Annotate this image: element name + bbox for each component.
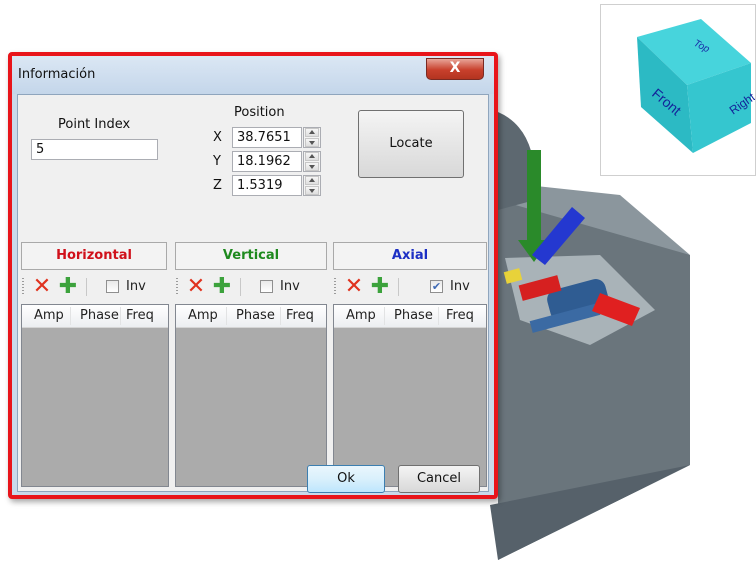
- z-label: Z: [213, 178, 222, 193]
- axial-inv-label: Inv: [450, 279, 470, 294]
- axial-list[interactable]: Amp Phase Freq: [333, 304, 487, 487]
- list-header: Amp Phase Freq: [334, 305, 486, 328]
- vertical-list[interactable]: Amp Phase Freq: [175, 304, 327, 487]
- add-icon[interactable]: ✚: [212, 276, 232, 298]
- z-down-button[interactable]: [305, 186, 319, 195]
- z-spinner[interactable]: [303, 175, 321, 196]
- point-index-input[interactable]: 5: [31, 139, 158, 160]
- locate-button[interactable]: Locate: [358, 110, 464, 178]
- column-divider[interactable]: [120, 307, 121, 325]
- x-label: X: [213, 130, 222, 145]
- column-freq[interactable]: Freq: [286, 308, 314, 323]
- z-up-button[interactable]: [305, 176, 319, 185]
- column-amp[interactable]: Amp: [188, 308, 218, 323]
- column-divider[interactable]: [384, 307, 385, 325]
- delete-icon[interactable]: ✕: [344, 276, 364, 298]
- delete-icon[interactable]: ✕: [32, 276, 52, 298]
- horizontal-toolbar: ✕ ✚ Inv: [22, 274, 168, 300]
- column-amp[interactable]: Amp: [346, 308, 376, 323]
- point-index-label: Point Index: [58, 117, 131, 132]
- vertical-toolbar: ✕ ✚ Inv: [176, 274, 326, 300]
- toolbar-grip[interactable]: [22, 278, 24, 296]
- view-cube-panel[interactable]: Top Front Right: [600, 4, 756, 176]
- add-icon[interactable]: ✚: [370, 276, 390, 298]
- toolbar-separator: [86, 278, 87, 296]
- column-amp[interactable]: Amp: [34, 308, 64, 323]
- column-freq[interactable]: Freq: [446, 308, 474, 323]
- toolbar-grip[interactable]: [176, 278, 178, 296]
- dialog-client-area: Point Index 5 Position X 38.7651 Y 18.19…: [17, 94, 489, 492]
- column-divider[interactable]: [70, 307, 71, 325]
- vertical-inv-checkbox[interactable]: [260, 280, 273, 293]
- add-icon[interactable]: ✚: [58, 276, 78, 298]
- column-divider[interactable]: [226, 307, 227, 325]
- z-input[interactable]: 1.5319: [232, 175, 302, 196]
- column-phase[interactable]: Phase: [80, 308, 119, 323]
- list-header: Amp Phase Freq: [176, 305, 326, 328]
- column-freq[interactable]: Freq: [126, 308, 154, 323]
- toolbar-grip[interactable]: [334, 278, 336, 296]
- horizontal-header: Horizontal: [21, 242, 167, 270]
- view-cube[interactable]: Top Front Right: [601, 5, 756, 175]
- horizontal-inv-label: Inv: [126, 279, 146, 294]
- vertical-header: Vertical: [175, 242, 327, 270]
- y-spinner[interactable]: [303, 151, 321, 172]
- position-label: Position: [234, 105, 285, 120]
- close-button[interactable]: X: [426, 58, 484, 80]
- axial-toolbar: ✕ ✚ ✔ Inv: [334, 274, 486, 300]
- dialog-titlebar[interactable]: Información X: [12, 56, 494, 94]
- close-icon: X: [449, 60, 461, 76]
- cancel-button[interactable]: Cancel: [398, 465, 480, 493]
- x-spinner[interactable]: [303, 127, 321, 148]
- y-down-button[interactable]: [305, 162, 319, 171]
- y-up-button[interactable]: [305, 152, 319, 161]
- axial-header: Axial: [333, 242, 487, 270]
- x-down-button[interactable]: [305, 138, 319, 147]
- list-header: Amp Phase Freq: [22, 305, 168, 328]
- informacion-dialog: Información X Point Index 5 Position X 3…: [8, 52, 498, 499]
- column-divider[interactable]: [280, 307, 281, 325]
- ok-button[interactable]: Ok: [307, 465, 385, 493]
- y-input[interactable]: 18.1962: [232, 151, 302, 172]
- toolbar-separator: [240, 278, 241, 296]
- x-input[interactable]: 38.7651: [232, 127, 302, 148]
- vertical-inv-label: Inv: [280, 279, 300, 294]
- toolbar-separator: [398, 278, 399, 296]
- y-label: Y: [213, 154, 221, 169]
- horizontal-inv-checkbox[interactable]: [106, 280, 119, 293]
- column-phase[interactable]: Phase: [394, 308, 433, 323]
- dialog-title: Información: [18, 67, 96, 82]
- column-phase[interactable]: Phase: [236, 308, 275, 323]
- column-divider[interactable]: [438, 307, 439, 325]
- horizontal-list[interactable]: Amp Phase Freq: [21, 304, 169, 487]
- axis-vertical-arrow: [527, 150, 541, 250]
- x-up-button[interactable]: [305, 128, 319, 137]
- checkmark-icon: ✔: [431, 280, 442, 293]
- axial-inv-checkbox[interactable]: ✔: [430, 280, 443, 293]
- delete-icon[interactable]: ✕: [186, 276, 206, 298]
